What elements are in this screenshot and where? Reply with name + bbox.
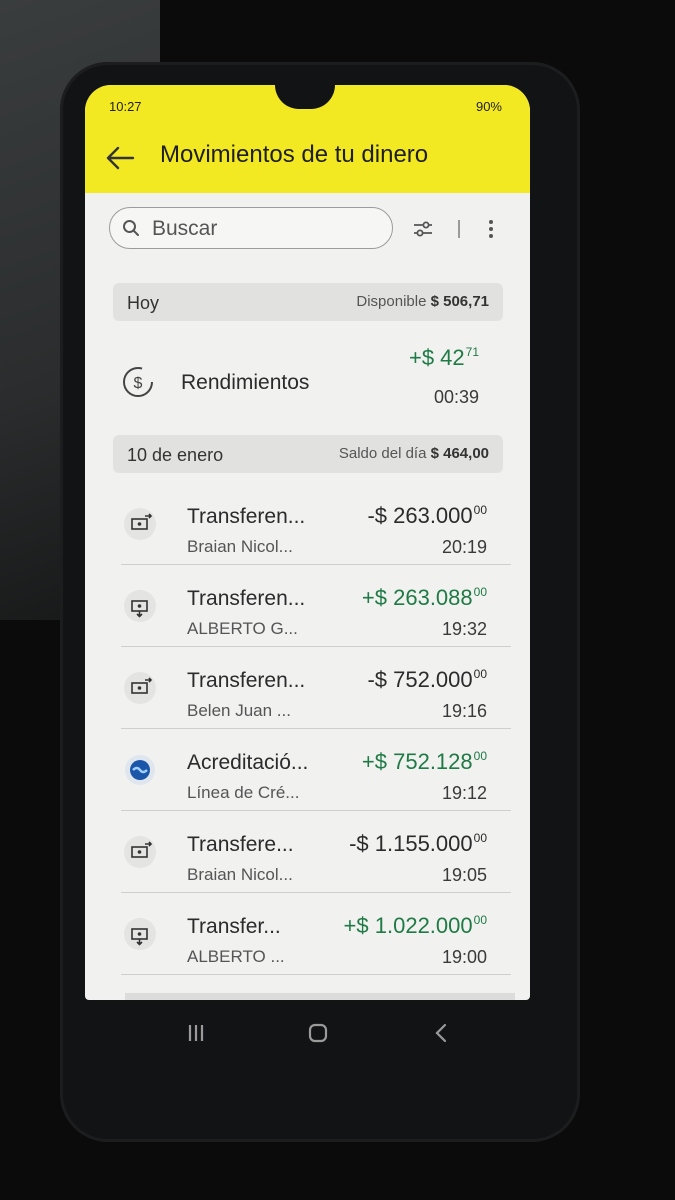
next-row-peek: [125, 993, 515, 1000]
transaction-counterparty: Línea de Cré...: [187, 783, 300, 802]
row-divider: [121, 810, 511, 811]
transaction-counterparty: ALBERTO G...: [187, 619, 298, 638]
amount-sign: +: [361, 585, 375, 610]
amount-sign: +: [361, 749, 375, 774]
back-nav-icon[interactable]: [431, 1022, 453, 1044]
transaction-counterparty: Braian Nicol...: [187, 865, 293, 884]
toolbar-divider: [458, 220, 460, 238]
search-input[interactable]: [150, 214, 384, 244]
item-amount: +$ 4271: [408, 345, 479, 370]
svg-text:$: $: [134, 375, 143, 392]
transaction-title: Transferen...: [187, 505, 306, 528]
item-title: Rendimientos: [181, 371, 310, 394]
amount-value: $ 1.155.000: [356, 831, 473, 856]
amount-cents: 00: [473, 913, 487, 927]
amount-cents: 00: [473, 585, 487, 599]
back-arrow-icon[interactable]: [105, 145, 135, 171]
transaction-amount: +$ 263.08800: [362, 585, 487, 611]
transaction-title: Transfer...: [187, 915, 281, 938]
amount-sign: -: [367, 667, 375, 692]
more-options-icon[interactable]: [486, 218, 496, 240]
transaction-counterparty: Braian Nicol...: [187, 537, 293, 556]
handshake-icon: [125, 755, 155, 785]
filter-icon[interactable]: [412, 218, 434, 240]
list-item[interactable]: $ Rendimientos +$ 4271 00:39: [115, 335, 505, 415]
amount-value: $ 1.022.000: [356, 913, 473, 938]
day-label: 10 de enero: [127, 445, 224, 465]
day-header-today: Hoy Disponible $ 506,71: [113, 283, 503, 321]
transaction-amount: -$ 752.00000: [367, 667, 487, 693]
transaction-row[interactable]: Transfere... Braian Nicol... -$ 1.155.0000…: [121, 813, 511, 893]
status-time: 10:27: [109, 99, 142, 114]
amount-cents: 00: [473, 749, 487, 763]
transaction-row[interactable]: Transferen... Belen Juan ... -$ 752.00000 1…: [121, 649, 511, 729]
amount-value: $ 752.000: [374, 667, 473, 692]
transaction-amount: -$ 1.155.00000: [349, 831, 487, 857]
transaction-counterparty: Belen Juan ...: [187, 701, 291, 720]
yield-icon: $: [123, 367, 153, 397]
amount-cents: 00: [473, 503, 487, 517]
transaction-time: 20:19: [441, 537, 487, 557]
app-screen: 10:27 90% Movimientos de tu dinero Hoy D…: [85, 85, 530, 1000]
amount-value: $ 752.128: [374, 749, 473, 774]
android-nav-bar: [85, 1000, 530, 1070]
status-battery: 90%: [475, 99, 502, 114]
amount-cents: 00: [473, 831, 487, 845]
transaction-title: Acreditació...: [187, 751, 309, 774]
transaction-row[interactable]: Transfer... ALBERTO ... +$ 1.022.00000 19:0…: [121, 895, 511, 975]
item-time: 00:39: [433, 387, 479, 407]
transaction-amount: +$ 752.12800: [362, 749, 487, 775]
transfer-out-icon: [124, 836, 156, 868]
search-icon: [123, 220, 139, 236]
transaction-time: 19:00: [441, 947, 487, 967]
transfer-in-icon: [124, 918, 156, 950]
row-divider: [121, 974, 511, 975]
day-balance: Saldo del día $ 464,00: [338, 445, 489, 462]
transaction-row[interactable]: Acreditació... Línea de Cré... +$ 752.1280…: [121, 731, 511, 811]
transaction-amount: +$ 1.022.00000: [344, 913, 487, 939]
row-divider: [121, 892, 511, 893]
transaction-row[interactable]: Transferen... Braian Nicol... -$ 263.00000…: [121, 485, 511, 565]
transaction-counterparty: ALBERTO ...: [187, 947, 285, 966]
transaction-time: 19:05: [441, 865, 487, 885]
available-balance: Disponible $ 506,71: [356, 293, 489, 310]
row-divider: [121, 564, 511, 565]
day-header-jan10: 10 de enero Saldo del día $ 464,00: [113, 435, 503, 473]
day-label: Hoy: [127, 293, 160, 313]
transaction-title: Transferen...: [187, 587, 306, 610]
transaction-row[interactable]: Transferen... ALBERTO G... +$ 263.08800 19:…: [121, 567, 511, 647]
amount-sign: -: [367, 503, 375, 528]
amount-sign: +: [343, 913, 357, 938]
transaction-title: Transfere...: [187, 833, 294, 856]
search-box[interactable]: [109, 207, 393, 249]
transfer-out-icon: [124, 508, 156, 540]
transfer-in-icon: [124, 590, 156, 622]
page-title: Movimientos de tu dinero: [160, 141, 429, 168]
transfer-out-icon: [124, 672, 156, 704]
row-divider: [121, 646, 511, 647]
transaction-time: 19:16: [441, 701, 487, 721]
home-icon[interactable]: [307, 1022, 329, 1044]
transaction-time: 19:32: [441, 619, 487, 639]
amount-value: $ 263.000: [374, 503, 473, 528]
amount-cents: 00: [473, 667, 487, 681]
transaction-time: 19:12: [441, 783, 487, 803]
row-divider: [121, 728, 511, 729]
transaction-title: Transferen...: [187, 669, 306, 692]
recent-apps-icon[interactable]: [185, 1022, 207, 1044]
amount-value: $ 263.088: [374, 585, 473, 610]
transaction-amount: -$ 263.00000: [367, 503, 487, 529]
